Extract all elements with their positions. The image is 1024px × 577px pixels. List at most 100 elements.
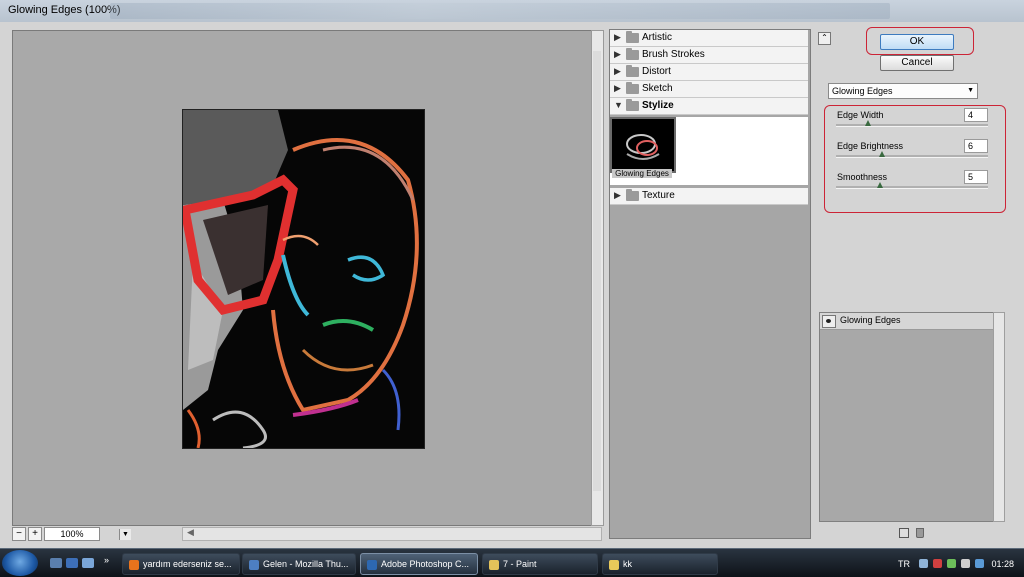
zoom-bar: − + 100% ▼ ◀	[12, 527, 602, 543]
category-distort[interactable]: ▶ Distort	[610, 64, 808, 81]
paint-icon	[489, 559, 499, 570]
background-menubar	[110, 3, 890, 19]
taskbar-item-label: Adobe Photoshop C...	[381, 559, 470, 569]
scroll-left-icon[interactable]: ◀	[187, 527, 194, 538]
folder-icon	[626, 31, 639, 43]
alert-icon[interactable]	[933, 559, 942, 568]
category-sketch[interactable]: ▶ Sketch	[610, 81, 808, 98]
expand-arrow-icon[interactable]: ▶	[614, 190, 621, 201]
glowing-edges-thumb-icon	[613, 120, 673, 170]
taskbar-item-thunderbird[interactable]: Gelen - Mozilla Thu...	[242, 553, 356, 575]
zoom-value: 100%	[60, 529, 84, 539]
category-label: Texture	[642, 190, 675, 201]
param-label: Edge Brightness	[837, 141, 904, 151]
zoom-out-button[interactable]: −	[12, 527, 26, 541]
param-edge-width: Edge Width 4	[836, 108, 988, 140]
param-label: Smoothness	[837, 172, 888, 182]
new-effect-layer-icon[interactable]	[899, 528, 909, 538]
chevron-down-icon[interactable]: ▼	[967, 84, 974, 98]
taskbar-item-folder[interactable]: kk	[602, 553, 718, 575]
smoothness-slider[interactable]	[836, 182, 988, 189]
edge-width-input[interactable]: 4	[964, 108, 988, 122]
effect-layer-row[interactable]: Glowing Edges	[820, 313, 994, 330]
expand-arrow-icon[interactable]: ▶	[614, 83, 621, 94]
photoshop-icon	[367, 559, 377, 570]
glowing-edges-photo	[183, 110, 424, 448]
taskbar-item-label: kk	[623, 559, 632, 569]
help-icon[interactable]	[919, 559, 928, 568]
folder-open-icon	[626, 99, 639, 111]
edge-brightness-input[interactable]: 6	[964, 139, 988, 153]
filter-select[interactable]: Glowing Edges ▼	[828, 83, 978, 99]
slider-knob[interactable]	[865, 120, 871, 126]
edge-width-slider[interactable]	[836, 120, 988, 127]
stylize-thumbnails: Glowing Edges	[610, 117, 808, 185]
category-label: Artistic	[642, 32, 672, 43]
collapse-arrow-icon[interactable]: ▼	[614, 100, 623, 110]
zoom-in-button[interactable]: +	[28, 527, 42, 541]
cancel-button[interactable]: Cancel	[880, 55, 954, 71]
expand-arrow-icon[interactable]: ▶	[614, 32, 621, 43]
category-texture[interactable]: ▶ Texture	[610, 188, 808, 205]
edge-brightness-slider[interactable]	[836, 151, 988, 158]
window-title: Glowing Edges (100%)	[8, 4, 121, 16]
taskbar: » yardım ederseniz se... Gelen - Mozilla…	[0, 548, 1024, 577]
taskbar-item-paint[interactable]: 7 - Paint	[482, 553, 598, 575]
expand-arrow-icon[interactable]: ▶	[614, 49, 621, 60]
clock[interactable]: 01:28	[991, 559, 1014, 569]
category-brush-strokes[interactable]: ▶ Brush Strokes	[610, 47, 808, 64]
taskbar-item-label: 7 - Paint	[503, 559, 537, 569]
settings-panel: ⌃ OK Cancel Glowing Edges ▼ Edge Width 4…	[812, 22, 1024, 548]
scrollbar-thumb[interactable]	[593, 51, 601, 491]
category-label: Sketch	[642, 83, 673, 94]
volume-icon[interactable]	[961, 559, 970, 568]
smoothness-input[interactable]: 5	[964, 170, 988, 184]
param-edge-brightness: Edge Brightness 6	[836, 139, 988, 171]
slider-knob[interactable]	[879, 151, 885, 157]
category-artistic[interactable]: ▶ Artistic	[610, 30, 808, 47]
chevron-down-icon[interactable]: ▼	[119, 529, 131, 540]
language-indicator[interactable]: TR	[898, 559, 910, 569]
zoom-select[interactable]: 100% ▼	[44, 527, 131, 541]
start-button[interactable]	[2, 550, 38, 576]
filter-select-value: Glowing Edges	[832, 86, 893, 96]
network-icon[interactable]	[947, 559, 956, 568]
taskbar-item-label: Gelen - Mozilla Thu...	[263, 559, 349, 569]
show-desktop-icon[interactable]	[50, 558, 62, 568]
layers-scrollbar[interactable]	[993, 312, 1005, 522]
taskbar-item-firefox[interactable]: yardım ederseniz se...	[122, 553, 240, 575]
category-label: Distort	[642, 66, 671, 77]
quicklaunch-icon[interactable]	[82, 558, 94, 568]
preview-vertical-scrollbar[interactable]	[591, 30, 604, 526]
folder-icon	[626, 48, 639, 60]
folder-icon	[609, 559, 619, 570]
folder-icon	[626, 189, 639, 201]
folder-icon	[626, 82, 639, 94]
expand-arrow-icon[interactable]: ▶	[614, 66, 621, 77]
thunderbird-icon	[249, 559, 259, 570]
trash-icon[interactable]	[916, 528, 924, 538]
category-label: Stylize	[642, 100, 674, 111]
eye-icon[interactable]	[822, 315, 836, 328]
ok-button[interactable]: OK	[880, 34, 954, 50]
effect-layers-panel: Glowing Edges	[819, 312, 995, 522]
param-label: Edge Width	[837, 110, 884, 120]
window-titlebar: Glowing Edges (100%)	[0, 0, 1024, 23]
tray-app-icon[interactable]	[975, 559, 984, 568]
firefox-icon	[129, 559, 139, 570]
folder-icon	[626, 65, 639, 77]
preview-horizontal-scrollbar[interactable]: ◀	[182, 527, 602, 541]
switch-windows-icon[interactable]	[66, 558, 78, 568]
preview-image[interactable]	[182, 109, 425, 449]
system-tray: TR 01:28	[880, 553, 1020, 573]
collapse-gallery-icon[interactable]: ⌃	[818, 32, 831, 45]
glowing-edges-thumbnail[interactable]	[610, 117, 676, 173]
param-smoothness: Smoothness 5	[836, 170, 988, 202]
filter-dialog: − + 100% ▼ ◀ ▶ Artistic ▶ Brush Strokes …	[0, 22, 1024, 548]
preview-area[interactable]	[12, 30, 592, 526]
slider-knob[interactable]	[877, 182, 883, 188]
chevron-right-icon[interactable]: »	[104, 555, 116, 565]
category-label: Brush Strokes	[642, 49, 705, 60]
taskbar-item-photoshop[interactable]: Adobe Photoshop C...	[360, 553, 478, 575]
category-stylize[interactable]: ▼ Stylize	[610, 98, 808, 115]
